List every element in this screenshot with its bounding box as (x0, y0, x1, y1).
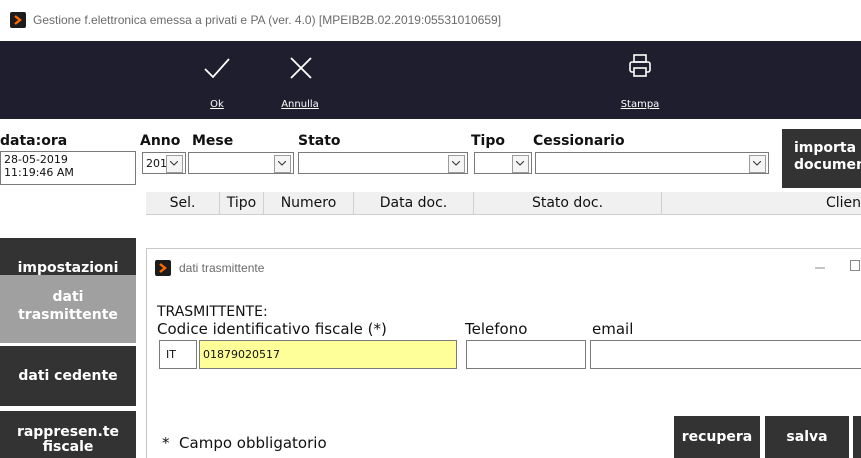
cessionario-label: Cessionario (533, 133, 625, 149)
salva-button[interactable]: salva (765, 416, 849, 458)
maximize-icon[interactable] (850, 260, 860, 271)
cessionario-select[interactable] (535, 152, 769, 174)
importa-documenti-button[interactable]: importa documen (782, 129, 861, 188)
sidebar-item-dati-cedente[interactable]: dati cedente (0, 346, 136, 406)
stato-label: Stato (298, 133, 341, 149)
annulla-label: Annulla (281, 99, 319, 110)
tipo-select[interactable] (474, 152, 532, 174)
email-label: email (592, 320, 634, 338)
sidebar-item-label: trasmittente (18, 307, 118, 323)
sidebar-item-label: rappresen.te (16, 424, 120, 440)
codice-fiscale-field[interactable]: 01879020517 (199, 340, 457, 369)
chevron-down-icon[interactable] (749, 155, 766, 173)
col-sel[interactable]: Sel. (146, 192, 220, 214)
extra-button[interactable] (853, 416, 861, 458)
title-bar: Gestione f.elettronica emessa a privati … (0, 0, 861, 41)
stampa-button[interactable]: Stampa (605, 41, 675, 119)
required-note: * Campo obbligatorio (162, 434, 327, 452)
chevron-down-icon[interactable] (274, 155, 291, 173)
date-value: 28-05-2019 (4, 153, 68, 166)
section-label: TRASMITTENTE: (157, 304, 268, 320)
codice-label: Codice identificativo fiscale (*) (157, 320, 387, 338)
toolbar: Ok Annulla Stampa (0, 41, 861, 119)
col-data-doc[interactable]: Data doc. (354, 192, 474, 214)
col-stato-doc[interactable]: Stato doc. (474, 192, 662, 214)
chevron-down-icon[interactable] (166, 155, 183, 173)
close-icon (290, 57, 312, 79)
printer-icon (629, 54, 651, 77)
tipo-label: Tipo (471, 133, 505, 149)
sidebar-item-rappresentante-fiscale[interactable]: rappresen.te fiscale (0, 411, 136, 458)
anno-label: Anno (140, 133, 181, 149)
ok-label: Ok (210, 99, 224, 110)
mese-label: Mese (192, 133, 234, 149)
recupera-button[interactable]: recupera (674, 416, 760, 458)
grid-header: Sel. Tipo Numero Data doc. Stato doc. Cl… (146, 192, 861, 215)
anno-select[interactable]: 2019 (142, 152, 186, 174)
sidebar-item-label: dati (52, 289, 84, 305)
dataora-label: data:ora (0, 133, 68, 149)
annulla-button[interactable]: Annulla (270, 41, 330, 119)
email-field[interactable] (590, 340, 861, 369)
panel-title: dati trasmittente (179, 261, 265, 275)
check-icon (204, 58, 230, 79)
telefono-label: Telefono (465, 320, 528, 338)
col-tipo[interactable]: Tipo (220, 192, 264, 214)
chevron-down-icon[interactable] (512, 155, 529, 173)
datetime-box: 28-05-2019 11:19:46 AM (0, 151, 136, 185)
telefono-field[interactable] (466, 340, 586, 369)
importa-label-line2: documen (794, 157, 861, 173)
chevron-down-icon[interactable] (448, 155, 465, 173)
col-cliente[interactable]: Clien (662, 192, 861, 214)
stampa-label: Stampa (620, 99, 660, 110)
ok-button[interactable]: Ok (195, 41, 239, 119)
country-code-field[interactable]: IT (159, 340, 197, 369)
col-numero[interactable]: Numero (264, 192, 354, 214)
sidebar-item-dati-trasmittente[interactable]: dati trasmittente (0, 275, 136, 343)
importa-label-line1: importa (794, 140, 857, 156)
sidebar-item-label: fiscale (42, 439, 94, 455)
time-value: 11:19:46 AM (4, 166, 74, 179)
stato-select[interactable] (298, 152, 468, 174)
app-logo-icon (10, 12, 26, 28)
minimize-icon[interactable] (813, 259, 827, 273)
window-title: Gestione f.elettronica emessa a privati … (33, 13, 502, 27)
mese-select[interactable] (188, 152, 294, 174)
app-logo-icon (155, 260, 171, 276)
